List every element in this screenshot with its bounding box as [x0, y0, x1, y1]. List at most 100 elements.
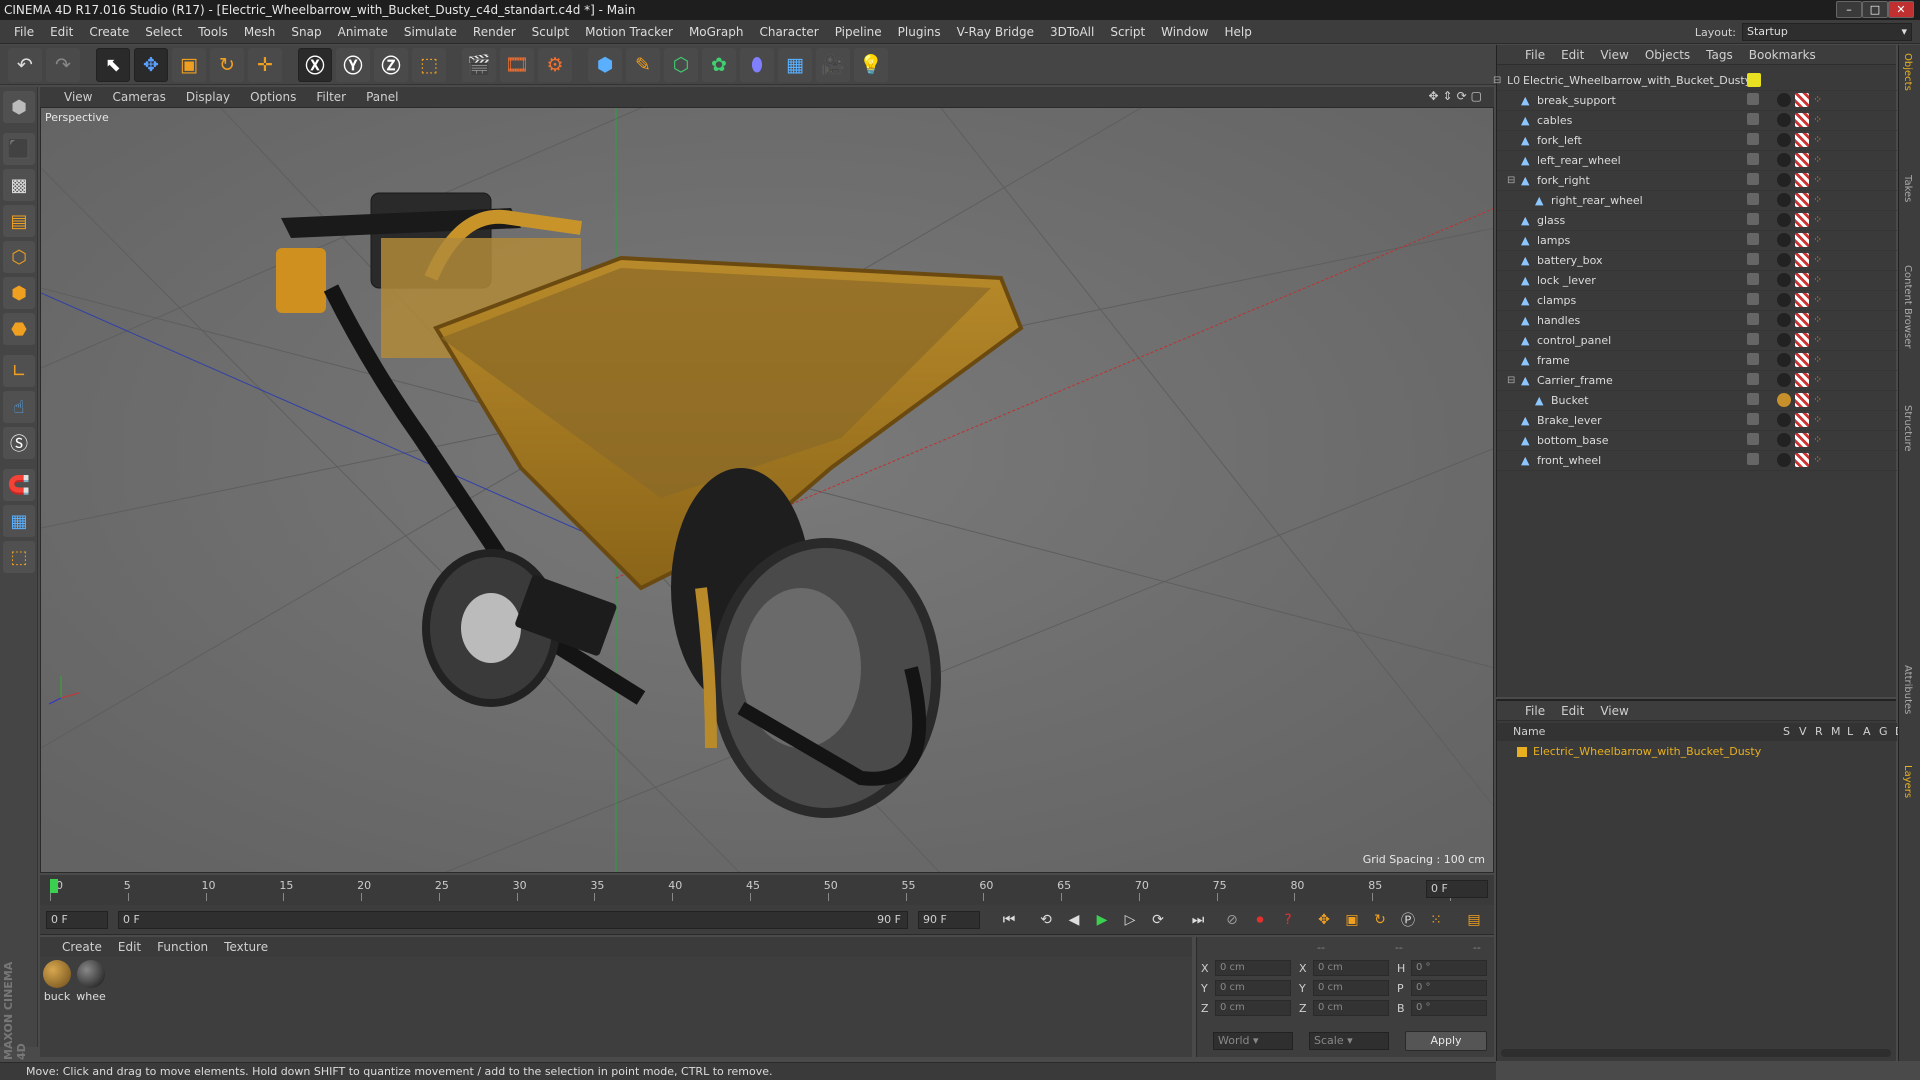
menu-item-snap[interactable]: Snap: [283, 25, 329, 39]
points-mode-icon[interactable]: ⬡: [3, 241, 35, 273]
layer-scrollbar[interactable]: [1501, 1049, 1891, 1057]
move-tool-button[interactable]: ✥: [134, 47, 168, 82]
layer-menu-edit[interactable]: Edit: [1553, 704, 1592, 718]
light-button[interactable]: 💡: [854, 47, 888, 82]
solo-mode-icon[interactable]: Ⓢ: [3, 427, 35, 459]
phong-tag-icon[interactable]: ⁘: [1813, 253, 1827, 267]
layer-column-name[interactable]: Name: [1513, 723, 1545, 741]
y-axis-lock-button[interactable]: Ⓨ: [336, 47, 370, 82]
object-menu-view[interactable]: View: [1592, 48, 1636, 62]
coord-value-field[interactable]: 0 °: [1411, 960, 1487, 976]
object-row[interactable]: ▲ control_panel ⁘: [1497, 331, 1897, 351]
camera-button[interactable]: 🎥: [816, 47, 850, 82]
coord-value-field[interactable]: 0 cm: [1215, 980, 1291, 996]
material-tag-icon[interactable]: [1777, 213, 1791, 227]
menu-item-plugins[interactable]: Plugins: [890, 25, 949, 39]
visibility-toggle-icon[interactable]: [1747, 213, 1759, 225]
texture-tag-icon[interactable]: [1795, 153, 1809, 167]
menu-item-mesh[interactable]: Mesh: [236, 25, 284, 39]
layer-row[interactable]: Electric_Wheelbarrow_with_Bucket_Dusty: [1497, 743, 1897, 761]
material-tag-icon[interactable]: [1777, 353, 1791, 367]
side-tab-objects[interactable]: Objects: [1902, 53, 1913, 91]
material-tag-icon[interactable]: [1777, 373, 1791, 387]
material-tag-icon[interactable]: [1777, 233, 1791, 247]
object-root-row[interactable]: ⊟ L0 Electric_Wheelbarrow_with_Bucket_Dust…: [1493, 71, 1897, 91]
menu-item-help[interactable]: Help: [1216, 25, 1259, 39]
phong-tag-icon[interactable]: ⁘: [1813, 133, 1827, 147]
layer-column-l[interactable]: L: [1847, 723, 1853, 741]
end-frame-field[interactable]: 90 F: [918, 911, 980, 929]
next-key-button[interactable]: ⟳: [1146, 909, 1170, 931]
menu-item-3dtoall[interactable]: 3DToAll: [1042, 25, 1102, 39]
material-tag-icon[interactable]: [1777, 113, 1791, 127]
texture-tag-icon[interactable]: [1795, 453, 1809, 467]
layer-menu-view[interactable]: View: [1592, 704, 1636, 718]
menu-item-mograph[interactable]: MoGraph: [681, 25, 752, 39]
timeline-ruler[interactable]: 051015202530354045505560657075808590 0 F: [40, 875, 1494, 905]
menu-item-file[interactable]: File: [6, 25, 42, 39]
object-menu-file[interactable]: File: [1517, 48, 1553, 62]
material-tag-icon[interactable]: [1777, 293, 1791, 307]
side-tab-structure[interactable]: Structure: [1902, 405, 1913, 452]
phong-tag-icon[interactable]: ⁘: [1813, 313, 1827, 327]
recent-tool-button[interactable]: ✛: [248, 47, 282, 82]
record-active-objects-button[interactable]: ⏺: [1248, 909, 1272, 931]
menu-item-pipeline[interactable]: Pipeline: [827, 25, 890, 39]
scale-tool-button[interactable]: ▣: [172, 47, 206, 82]
layer-column-s[interactable]: S: [1783, 723, 1790, 741]
visibility-toggle-icon[interactable]: [1747, 253, 1759, 265]
object-row[interactable]: ▲ front_wheel ⁘: [1497, 451, 1897, 471]
redo-button[interactable]: ↷: [46, 47, 80, 82]
phong-tag-icon[interactable]: ⁘: [1813, 173, 1827, 187]
visibility-toggle-icon[interactable]: [1747, 333, 1759, 345]
object-row[interactable]: ▲ lamps ⁘: [1497, 231, 1897, 251]
z-axis-lock-button[interactable]: Ⓩ: [374, 47, 408, 82]
coord-value-field[interactable]: 0 cm: [1313, 1000, 1389, 1016]
material-menu-create[interactable]: Create: [54, 940, 110, 954]
layout-dropdown[interactable]: Startup ▾: [1742, 23, 1912, 41]
visibility-toggle-icon[interactable]: [1747, 133, 1759, 145]
texture-tag-icon[interactable]: [1795, 313, 1809, 327]
menu-item-v-ray-bridge[interactable]: V-Ray Bridge: [949, 25, 1042, 39]
tweak-mode-icon[interactable]: ☝: [3, 391, 35, 423]
material-tag-icon[interactable]: [1777, 313, 1791, 327]
material-tag-icon[interactable]: [1777, 453, 1791, 467]
axis-mode-icon[interactable]: ∟: [3, 355, 35, 387]
visibility-toggle-icon[interactable]: [1747, 293, 1759, 305]
object-row[interactable]: ▲ left_rear_wheel ⁘: [1497, 151, 1897, 171]
visibility-toggle-icon[interactable]: [1747, 113, 1759, 125]
menu-item-simulate[interactable]: Simulate: [396, 25, 465, 39]
phong-tag-icon[interactable]: ⁘: [1813, 453, 1827, 467]
model-mode-icon[interactable]: ⬛: [3, 133, 35, 165]
expand-toggle-icon[interactable]: ⊟: [1493, 71, 1501, 91]
layer-column-v[interactable]: V: [1799, 723, 1807, 741]
phong-tag-icon[interactable]: ⁘: [1813, 373, 1827, 387]
material-swatch[interactable]: buck: [42, 960, 72, 1003]
object-menu-edit[interactable]: Edit: [1553, 48, 1592, 62]
texture-mode-icon[interactable]: ▩: [3, 169, 35, 201]
coord-value-field[interactable]: 0 cm: [1313, 960, 1389, 976]
layer-column-g[interactable]: G: [1879, 723, 1888, 741]
menu-item-animate[interactable]: Animate: [330, 25, 396, 39]
deformer-button[interactable]: ⬮: [740, 47, 774, 82]
rotate-tool-button[interactable]: ↻: [210, 47, 244, 82]
menu-item-create[interactable]: Create: [81, 25, 137, 39]
object-row[interactable]: ▲ cables ⁘: [1497, 111, 1897, 131]
texture-tag-icon[interactable]: [1795, 133, 1809, 147]
keyframe-parameter-button[interactable]: Ⓟ: [1396, 909, 1420, 931]
phong-tag-icon[interactable]: ⁘: [1813, 213, 1827, 227]
texture-tag-icon[interactable]: [1795, 333, 1809, 347]
material-tag-icon[interactable]: [1777, 273, 1791, 287]
object-row[interactable]: ▲ frame ⁘: [1497, 351, 1897, 371]
subdivision-surface-button[interactable]: ⬡: [664, 47, 698, 82]
visibility-toggle-icon[interactable]: [1747, 413, 1759, 425]
side-tab-layers[interactable]: Layers: [1902, 765, 1913, 798]
texture-tag-icon[interactable]: [1795, 413, 1809, 427]
material-swatch[interactable]: whee: [76, 960, 106, 1003]
texture-tag-icon[interactable]: [1795, 93, 1809, 107]
next-frame-button[interactable]: ▷: [1118, 909, 1142, 931]
texture-tag-icon[interactable]: [1795, 233, 1809, 247]
spline-pen-button[interactable]: ✎: [626, 47, 660, 82]
playhead[interactable]: [50, 879, 58, 893]
polygons-mode-icon[interactable]: ⬣: [3, 313, 35, 345]
